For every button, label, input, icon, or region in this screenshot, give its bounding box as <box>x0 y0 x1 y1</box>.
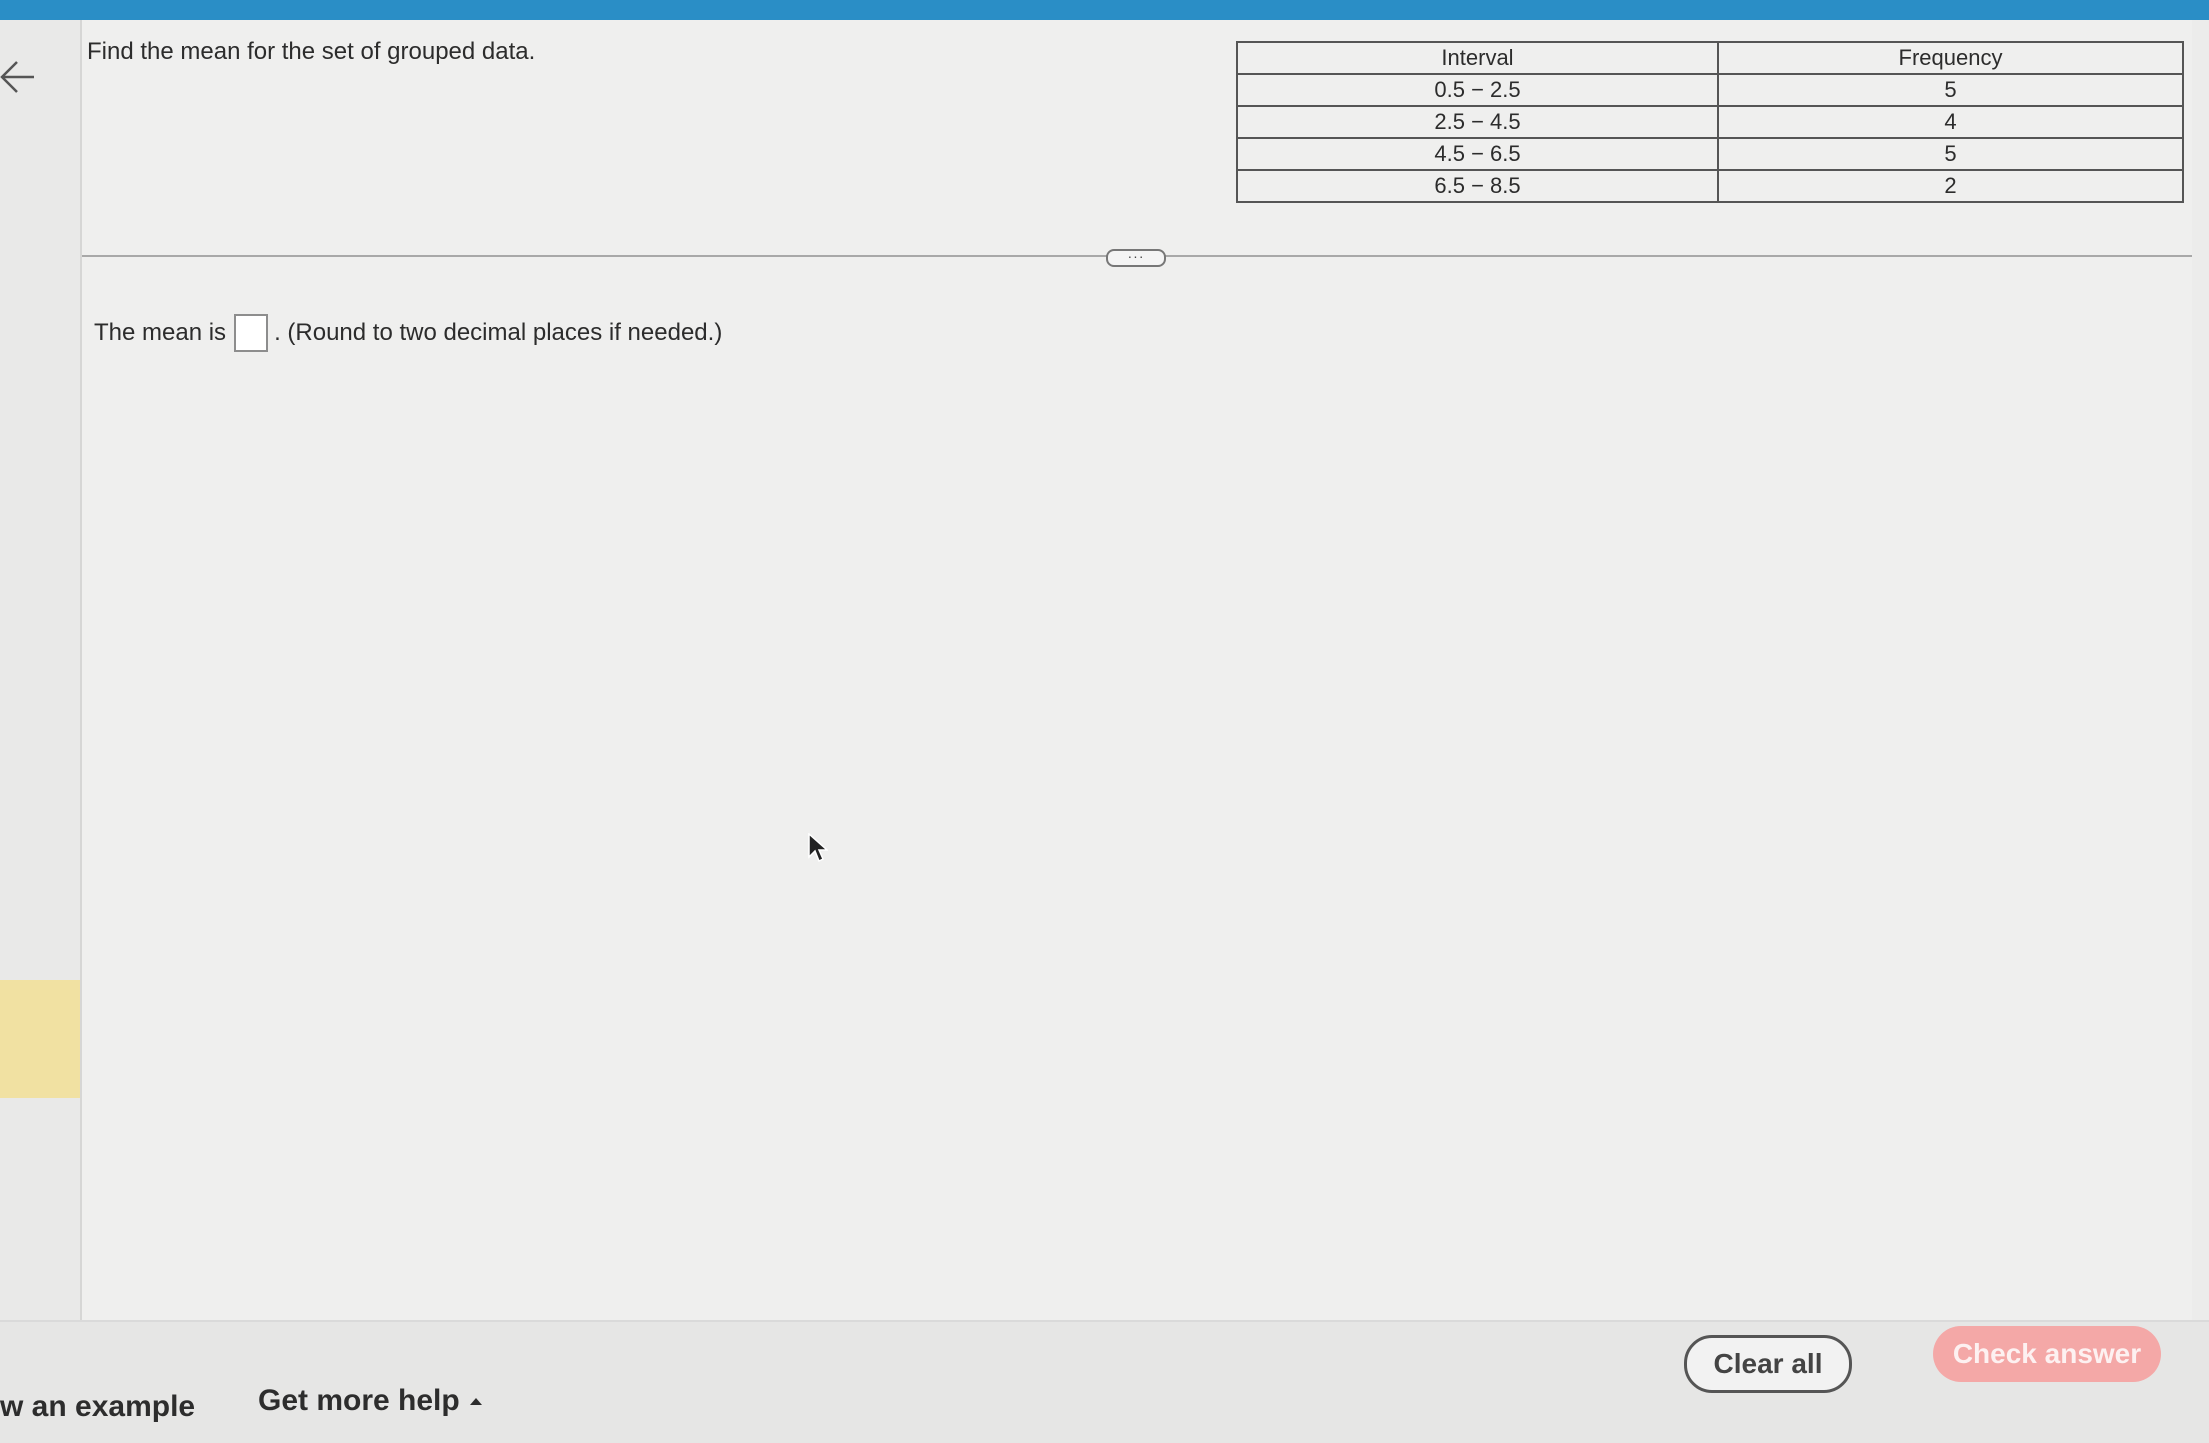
table-row: 6.5 − 8.5 2 <box>1236 169 2184 203</box>
interval-cell: 6.5 − 8.5 <box>1236 169 1719 203</box>
question-panel <box>82 20 2192 1320</box>
get-more-help-link[interactable]: Get more help <box>258 1384 482 1418</box>
question-prompt: Find the mean for the set of grouped dat… <box>87 38 536 65</box>
grouped-data-table: Interval Frequency 0.5 − 2.5 5 2.5 − 4.5… <box>1236 41 2184 203</box>
get-more-help-label: Get more help <box>258 1384 460 1417</box>
left-sidebar-highlight <box>0 980 80 1098</box>
check-answer-button[interactable]: Check answer <box>1933 1326 2161 1382</box>
bottom-toolbar <box>0 1320 2209 1443</box>
frequency-cell: 4 <box>1717 105 2184 139</box>
mean-answer-input[interactable] <box>234 314 269 352</box>
interval-cell: 4.5 − 6.5 <box>1236 137 1719 171</box>
frequency-cell: 2 <box>1717 169 2184 203</box>
answer-prefix: The mean is <box>94 319 227 346</box>
interval-header: Interval <box>1236 41 1719 75</box>
back-arrow-icon[interactable] <box>0 55 40 99</box>
table-row: 4.5 − 6.5 5 <box>1236 137 2184 171</box>
frequency-cell: 5 <box>1717 137 2184 171</box>
table-header-row: Interval Frequency <box>1236 41 2184 75</box>
more-toggle-button[interactable]: ··· <box>1106 249 1166 267</box>
top-bar <box>0 0 2209 20</box>
left-sidebar-strip <box>0 20 82 1340</box>
frequency-header: Frequency <box>1717 41 2184 75</box>
table-row: 2.5 − 4.5 4 <box>1236 105 2184 139</box>
frequency-cell: 5 <box>1717 73 2184 107</box>
view-example-link[interactable]: w an example <box>0 1390 195 1424</box>
answer-line: The mean is . (Round to two decimal plac… <box>94 314 722 352</box>
caret-up-icon <box>469 1397 482 1405</box>
clear-all-button[interactable]: Clear all <box>1684 1335 1852 1393</box>
answer-instruction: . (Round to two decimal places if needed… <box>274 319 723 346</box>
interval-cell: 0.5 − 2.5 <box>1236 73 1719 107</box>
mouse-cursor-icon <box>808 832 829 868</box>
interval-cell: 2.5 − 4.5 <box>1236 105 1719 139</box>
table-row: 0.5 − 2.5 5 <box>1236 73 2184 107</box>
